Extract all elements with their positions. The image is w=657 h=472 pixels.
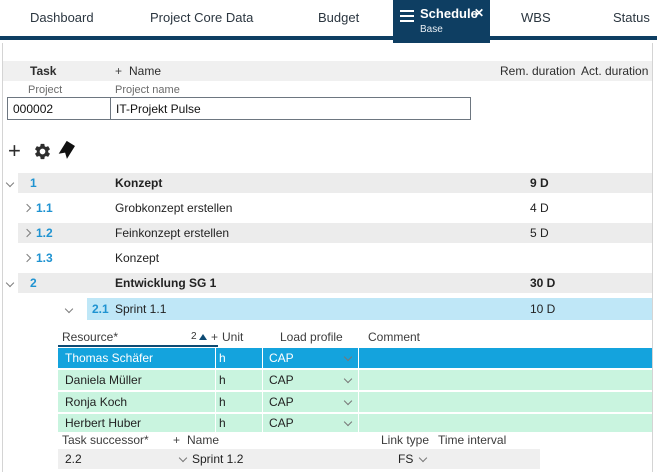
resource-name: Daniela Müller [58, 370, 215, 390]
load-profile-select[interactable]: CAP [263, 392, 358, 412]
successor-row[interactable]: 2.2 Sprint 1.2 FS [58, 449, 540, 469]
tab-budget[interactable]: Budget [318, 0, 359, 36]
column-header-task[interactable]: Task [30, 61, 56, 81]
tab-project-core-data[interactable]: Project Core Data [150, 0, 253, 36]
task-name: Konzept [115, 173, 162, 193]
menu-icon[interactable] [400, 10, 414, 22]
task-rem-duration: 5 D [530, 223, 549, 243]
resource-name: Herbert Huber [58, 414, 215, 432]
task-rem-duration: 9 D [530, 173, 549, 193]
load-profile-select[interactable]: CAP [263, 414, 358, 432]
load-profile-select[interactable]: CAP [263, 370, 358, 390]
sorted-column-underline [58, 345, 218, 347]
tab-schedule-subtitle: Base [420, 24, 443, 35]
tab-schedule-label: Schedule [420, 6, 478, 21]
resource-name: Thomas Schäfer [58, 348, 215, 368]
chevron-down-icon[interactable] [6, 179, 14, 187]
column-header-comment[interactable]: Comment [368, 329, 420, 345]
column-header-name[interactable]: Name [129, 61, 161, 81]
task-name: Feinkonzept erstellen [115, 223, 229, 243]
successor-name: Sprint 1.2 [192, 449, 243, 469]
task-name: Grobkonzept erstellen [115, 198, 232, 218]
resource-comment[interactable] [359, 370, 652, 390]
column-header-time-interval[interactable]: Time interval [438, 433, 506, 448]
schedule-window: Dashboard Project Core Data Budget WBS S… [0, 0, 657, 472]
task-row[interactable]: 1 Konzept 9 D [0, 173, 657, 193]
resource-table-header: Resource* 2 + Unit Load profile Comment [0, 329, 657, 345]
load-profile-select[interactable]: CAP [263, 348, 358, 368]
task-row[interactable]: 1.1 Grobkonzept erstellen 4 D [0, 198, 657, 218]
column-header-task-successor[interactable]: Task successor* [62, 433, 149, 448]
add-column-icon[interactable]: + [115, 61, 122, 81]
resource-row-selected[interactable]: Thomas Schäfer h CAP [0, 348, 657, 368]
project-id-label: Project [28, 84, 62, 96]
add-task-icon[interactable]: + [8, 138, 21, 164]
resource-row[interactable]: Ronja Koch h CAP [0, 392, 657, 412]
chevron-right-icon[interactable] [23, 204, 31, 212]
resource-name: Ronja Koch [58, 392, 215, 412]
task-number[interactable]: 2 [30, 273, 37, 293]
successor-task-select[interactable]: 2.2 [65, 449, 82, 469]
resource-unit[interactable]: h [216, 414, 262, 432]
tab-dashboard[interactable]: Dashboard [30, 0, 94, 36]
project-name-field[interactable] [110, 97, 471, 120]
task-row[interactable]: 1.3 Konzept [0, 248, 657, 268]
chevron-right-icon[interactable] [23, 254, 31, 262]
task-row[interactable]: 2 Entwicklung SG 1 30 D [0, 273, 657, 293]
schedule-table-header: Task + Name Rem. duration Act. duration [3, 61, 652, 81]
successor-table-header: Task successor* + Name Link type Time in… [0, 433, 657, 448]
column-header-act-duration[interactable]: Act. duration [581, 61, 648, 81]
resource-comment[interactable] [359, 414, 652, 432]
task-number[interactable]: 1 [30, 173, 37, 193]
task-rem-duration: 4 D [530, 198, 549, 218]
add-resource-icon[interactable]: + [211, 329, 218, 345]
tab-status[interactable]: Status [613, 0, 650, 36]
column-header-link-type[interactable]: Link type [381, 433, 429, 448]
link-type-select[interactable]: FS [398, 449, 413, 469]
resource-unit[interactable]: h [216, 392, 262, 412]
gear-icon[interactable] [33, 142, 52, 166]
task-row-selected[interactable]: 2.1 Sprint 1.1 10 D [0, 298, 657, 320]
column-header-resource[interactable]: Resource* [62, 329, 118, 345]
tab-wbs[interactable]: WBS [521, 0, 551, 36]
column-header-rem-duration[interactable]: Rem. duration [500, 61, 575, 81]
task-number[interactable]: 1.3 [36, 248, 53, 268]
column-header-load-profile[interactable]: Load profile [280, 329, 343, 345]
task-number[interactable]: 2.1 [92, 298, 109, 320]
task-name: Sprint 1.1 [115, 298, 166, 320]
project-id-field[interactable] [7, 97, 111, 120]
chevron-down-icon[interactable] [65, 305, 73, 313]
chevron-down-icon[interactable] [6, 279, 14, 287]
chevron-down-icon[interactable] [419, 454, 427, 462]
resource-row[interactable]: Daniela Müller h CAP [0, 370, 657, 390]
sort-ascending-icon[interactable] [199, 334, 207, 340]
resource-unit[interactable]: h [216, 348, 262, 368]
close-icon[interactable]: ✕ [474, 6, 484, 20]
project-name-label: Project name [115, 84, 180, 96]
task-rem-duration: 10 D [530, 298, 555, 320]
resource-unit[interactable]: h [216, 370, 262, 390]
add-successor-icon[interactable]: + [173, 433, 180, 448]
column-header-unit[interactable]: Unit [222, 329, 243, 345]
resource-row[interactable]: Herbert Huber h CAP [0, 414, 657, 432]
resource-comment[interactable] [359, 348, 652, 368]
task-row[interactable]: 1.2 Feinkonzept erstellen 5 D [0, 223, 657, 243]
task-rem-duration: 30 D [530, 273, 555, 293]
column-header-name[interactable]: Name [187, 433, 219, 448]
task-name: Konzept [115, 248, 159, 268]
tabbar-underline [0, 36, 657, 40]
resource-comment[interactable] [359, 392, 652, 412]
bookmark-flag-icon[interactable] [54, 139, 77, 165]
task-name: Entwicklung SG 1 [115, 273, 216, 293]
task-number[interactable]: 1.2 [36, 223, 53, 243]
task-number[interactable]: 1.1 [36, 198, 53, 218]
chevron-down-icon[interactable] [179, 454, 187, 462]
sort-order-number: 2 [191, 329, 197, 345]
